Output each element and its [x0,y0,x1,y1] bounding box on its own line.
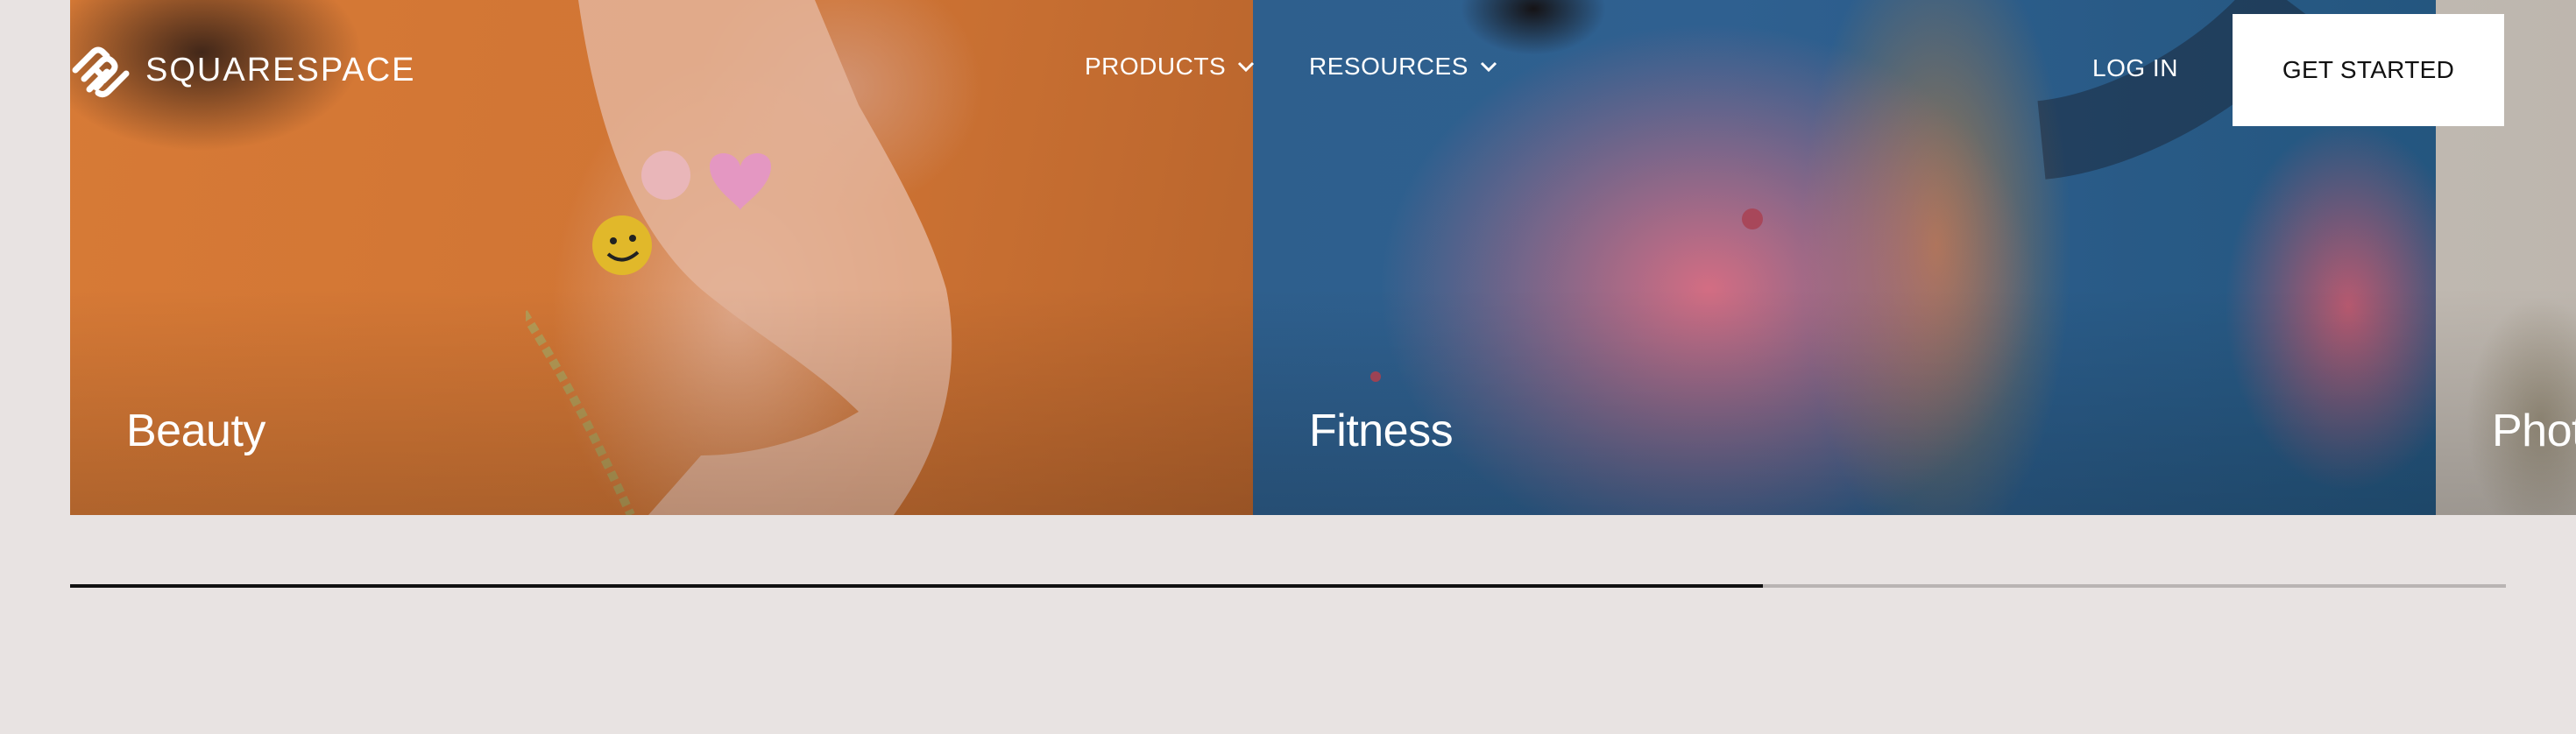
get-started-button[interactable]: GET STARTED [2233,14,2504,126]
card-shade [2436,287,2576,515]
chevron-down-icon [1480,61,1497,73]
nav-resources[interactable]: RESOURCES [1309,53,1498,81]
card-title-beauty: Beauty [126,406,265,456]
squarespace-logo-icon [72,46,130,98]
login-link[interactable]: LOG IN [2092,54,2178,82]
brand-logo[interactable]: SQUARESPACE [68,42,415,98]
card-shade [70,287,1253,515]
card-shade [1253,287,2436,515]
brand-name: SQUARESPACE [145,51,416,88]
site-header: SQUARESPACE PRODUCTS RESOURCES LOG IN GE… [0,0,2576,140]
card-title-photography: Phot [2492,406,2576,456]
nav-resources-label: RESOURCES [1309,53,1468,80]
carousel-progress-track[interactable] [70,584,2506,588]
chevron-down-icon [1238,61,1255,73]
nav-products-label: PRODUCTS [1085,53,1227,80]
card-title-fitness: Fitness [1309,406,1454,456]
carousel-progress-fill [70,584,1764,588]
nav-products[interactable]: PRODUCTS [1085,53,1256,81]
